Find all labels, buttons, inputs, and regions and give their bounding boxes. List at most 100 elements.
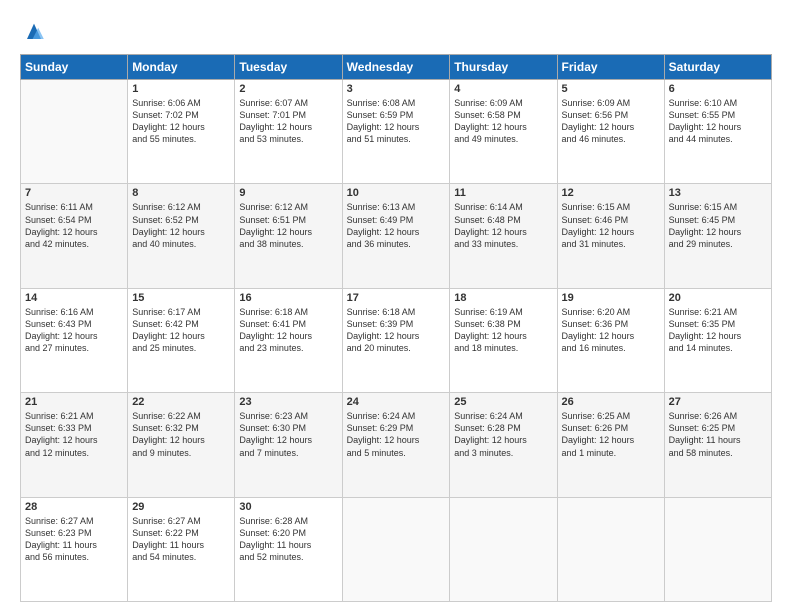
weekday-thursday: Thursday [450,55,557,80]
day-info: Sunrise: 6:13 AM Sunset: 6:49 PM Dayligh… [347,201,446,250]
calendar-cell: 28 Sunrise: 6:27 AM Sunset: 6:23 PM Dayli… [21,497,128,601]
calendar-cell: 11 Sunrise: 6:14 AM Sunset: 6:48 PM Dayli… [450,184,557,288]
day-number: 14 [25,292,123,304]
day-number: 26 [562,396,660,408]
day-info: Sunrise: 6:06 AM Sunset: 7:02 PM Dayligh… [132,97,230,146]
day-info: Sunrise: 6:20 AM Sunset: 6:36 PM Dayligh… [562,306,660,355]
calendar-cell: 20 Sunrise: 6:21 AM Sunset: 6:35 PM Dayli… [664,288,771,392]
day-info: Sunrise: 6:21 AM Sunset: 6:35 PM Dayligh… [669,306,767,355]
calendar-cell: 3Sunrise: 6:08 AM Sunset: 6:59 PM Daylig… [342,80,450,184]
day-info: Sunrise: 6:19 AM Sunset: 6:38 PM Dayligh… [454,306,552,355]
calendar-cell: 19 Sunrise: 6:20 AM Sunset: 6:36 PM Dayli… [557,288,664,392]
weekday-saturday: Saturday [664,55,771,80]
calendar: SundayMondayTuesdayWednesdayThursdayFrid… [20,54,772,602]
calendar-cell: 25 Sunrise: 6:24 AM Sunset: 6:28 PM Dayli… [450,393,557,497]
logo-icon [20,18,48,46]
weekday-wednesday: Wednesday [342,55,450,80]
calendar-cell: 21 Sunrise: 6:21 AM Sunset: 6:33 PM Dayli… [21,393,128,497]
weekday-sunday: Sunday [21,55,128,80]
logo [20,18,50,46]
day-number: 30 [239,501,337,513]
day-info: Sunrise: 6:21 AM Sunset: 6:33 PM Dayligh… [25,410,123,459]
day-number: 16 [239,292,337,304]
calendar-cell: 17 Sunrise: 6:18 AM Sunset: 6:39 PM Dayli… [342,288,450,392]
day-number: 22 [132,396,230,408]
day-number: 20 [669,292,767,304]
day-number: 18 [454,292,552,304]
day-info: Sunrise: 6:11 AM Sunset: 6:54 PM Dayligh… [25,201,123,250]
calendar-cell: 30 Sunrise: 6:28 AM Sunset: 6:20 PM Dayli… [235,497,342,601]
weekday-tuesday: Tuesday [235,55,342,80]
calendar-cell [450,497,557,601]
day-number: 2 [239,83,337,95]
calendar-cell: 26 Sunrise: 6:25 AM Sunset: 6:26 PM Dayli… [557,393,664,497]
day-number: 12 [562,187,660,199]
calendar-cell: 4 Sunrise: 6:09 AM Sunset: 6:58 PM Daylig… [450,80,557,184]
day-info: Sunrise: 6:09 AM Sunset: 6:56 PM Dayligh… [562,97,660,146]
day-number: 3 [347,83,446,95]
day-info: Sunrise: 6:26 AM Sunset: 6:25 PM Dayligh… [669,410,767,459]
day-number: 10 [347,187,446,199]
calendar-cell [21,80,128,184]
day-number: 23 [239,396,337,408]
calendar-cell: 5 Sunrise: 6:09 AM Sunset: 6:56 PM Daylig… [557,80,664,184]
day-info: Sunrise: 6:28 AM Sunset: 6:20 PM Dayligh… [239,515,337,564]
day-number: 9 [239,187,337,199]
header [20,18,772,46]
calendar-cell: 9 Sunrise: 6:12 AM Sunset: 6:51 PM Daylig… [235,184,342,288]
day-info: Sunrise: 6:16 AM Sunset: 6:43 PM Dayligh… [25,306,123,355]
day-info: Sunrise: 6:17 AM Sunset: 6:42 PM Dayligh… [132,306,230,355]
day-info: Sunrise: 6:15 AM Sunset: 6:46 PM Dayligh… [562,201,660,250]
day-info: Sunrise: 6:24 AM Sunset: 6:28 PM Dayligh… [454,410,552,459]
day-info: Sunrise: 6:27 AM Sunset: 6:22 PM Dayligh… [132,515,230,564]
week-row-3: 14 Sunrise: 6:16 AM Sunset: 6:43 PM Dayli… [21,288,772,392]
calendar-cell: 18 Sunrise: 6:19 AM Sunset: 6:38 PM Dayli… [450,288,557,392]
day-info: Sunrise: 6:07 AM Sunset: 7:01 PM Dayligh… [239,97,337,146]
week-row-1: 1 Sunrise: 6:06 AM Sunset: 7:02 PM Daylig… [21,80,772,184]
day-number: 28 [25,501,123,513]
calendar-cell: 23 Sunrise: 6:23 AM Sunset: 6:30 PM Dayli… [235,393,342,497]
day-info: Sunrise: 6:12 AM Sunset: 6:51 PM Dayligh… [239,201,337,250]
day-number: 7 [25,187,123,199]
day-number: 4 [454,83,552,95]
day-info: Sunrise: 6:23 AM Sunset: 6:30 PM Dayligh… [239,410,337,459]
day-number: 8 [132,187,230,199]
calendar-cell: 10 Sunrise: 6:13 AM Sunset: 6:49 PM Dayli… [342,184,450,288]
day-number: 27 [669,396,767,408]
weekday-friday: Friday [557,55,664,80]
calendar-cell: 13 Sunrise: 6:15 AM Sunset: 6:45 PM Dayli… [664,184,771,288]
day-number: 17 [347,292,446,304]
day-info: Sunrise: 6:12 AM Sunset: 6:52 PM Dayligh… [132,201,230,250]
calendar-cell: 15Sunrise: 6:17 AM Sunset: 6:42 PM Dayli… [128,288,235,392]
day-info: Sunrise: 6:14 AM Sunset: 6:48 PM Dayligh… [454,201,552,250]
day-info: Sunrise: 6:18 AM Sunset: 6:39 PM Dayligh… [347,306,446,355]
calendar-cell: 7 Sunrise: 6:11 AM Sunset: 6:54 PM Daylig… [21,184,128,288]
day-info: Sunrise: 6:18 AM Sunset: 6:41 PM Dayligh… [239,306,337,355]
day-info: Sunrise: 6:09 AM Sunset: 6:58 PM Dayligh… [454,97,552,146]
calendar-cell [557,497,664,601]
calendar-cell: 24Sunrise: 6:24 AM Sunset: 6:29 PM Dayli… [342,393,450,497]
day-number: 24 [347,396,446,408]
day-number: 29 [132,501,230,513]
day-number: 13 [669,187,767,199]
calendar-cell: 8 Sunrise: 6:12 AM Sunset: 6:52 PM Daylig… [128,184,235,288]
day-info: Sunrise: 6:25 AM Sunset: 6:26 PM Dayligh… [562,410,660,459]
day-info: Sunrise: 6:10 AM Sunset: 6:55 PM Dayligh… [669,97,767,146]
calendar-cell: 27 Sunrise: 6:26 AM Sunset: 6:25 PM Dayli… [664,393,771,497]
calendar-cell [342,497,450,601]
day-number: 19 [562,292,660,304]
page: SundayMondayTuesdayWednesdayThursdayFrid… [0,0,792,612]
day-number: 25 [454,396,552,408]
day-number: 1 [132,83,230,95]
day-number: 21 [25,396,123,408]
calendar-cell: 1 Sunrise: 6:06 AM Sunset: 7:02 PM Daylig… [128,80,235,184]
day-number: 5 [562,83,660,95]
weekday-monday: Monday [128,55,235,80]
day-number: 11 [454,187,552,199]
calendar-cell [664,497,771,601]
week-row-2: 7 Sunrise: 6:11 AM Sunset: 6:54 PM Daylig… [21,184,772,288]
calendar-cell: 16 Sunrise: 6:18 AM Sunset: 6:41 PM Dayli… [235,288,342,392]
day-info: Sunrise: 6:15 AM Sunset: 6:45 PM Dayligh… [669,201,767,250]
day-info: Sunrise: 6:27 AM Sunset: 6:23 PM Dayligh… [25,515,123,564]
week-row-5: 28 Sunrise: 6:27 AM Sunset: 6:23 PM Dayli… [21,497,772,601]
